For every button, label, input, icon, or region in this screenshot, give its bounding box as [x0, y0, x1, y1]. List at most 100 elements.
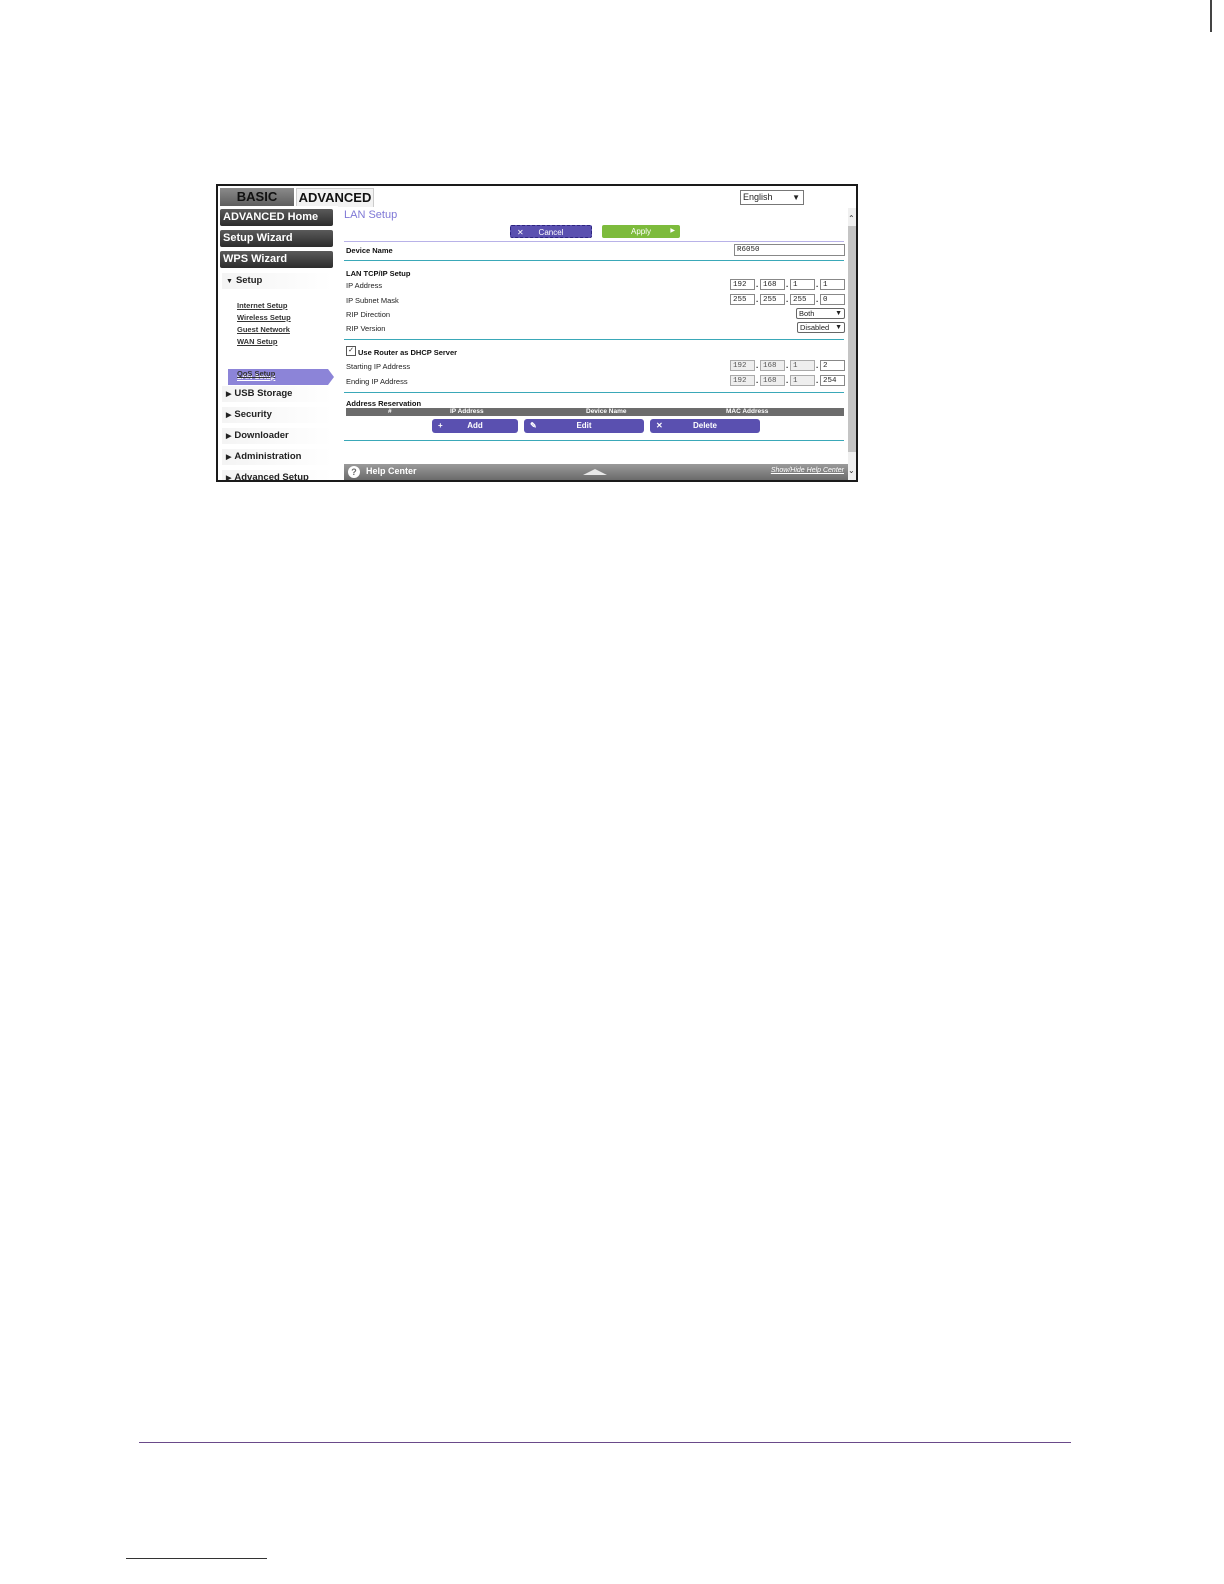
dhcp-label: Use Router as DHCP Server — [358, 348, 458, 357]
ip-separator: . — [816, 280, 819, 289]
sidebar-section-label: Setup — [235, 275, 263, 286]
sidebar-section-label: Advanced Setup — [234, 472, 309, 482]
sidebar-item-qos-setup[interactable]: QoS Setup — [237, 369, 275, 378]
starting-ip-octet-4[interactable]: 2 — [820, 360, 845, 371]
lan-setup-panel: LAN Setup ✕ Cancel Apply ▶ Device Name R… — [344, 208, 846, 462]
ip-address-octet-3[interactable]: 1 — [790, 279, 815, 290]
show-hide-help-link[interactable]: Show/Hide Help Center — [771, 467, 844, 474]
column-device-name: Device Name — [586, 408, 627, 415]
chevron-down-icon[interactable]: ⌄ — [848, 466, 855, 475]
subnet-octet-1[interactable]: 255 — [730, 294, 755, 305]
ending-ip-label: Ending IP Address — [346, 377, 408, 386]
triangle-right-icon: ▶ — [226, 412, 232, 419]
page-title: LAN Setup — [344, 209, 398, 221]
sidebar-wps-wizard[interactable]: WPS Wizard — [220, 251, 333, 268]
router-ui-screenshot: BASIC ADVANCED English ▼ ADVANCED Home S… — [216, 184, 858, 482]
triangle-right-icon: ▶ — [670, 228, 675, 234]
ending-ip-octet-1: 192 — [730, 375, 755, 386]
add-label: Add — [467, 421, 483, 430]
vertical-scrollbar[interactable]: ⌃ ⌄ — [848, 208, 856, 480]
sidebar-section-administration[interactable]: ▶ Administration — [222, 449, 332, 465]
sidebar-section-label: Security — [234, 409, 272, 420]
page-edge-rule — [1210, 0, 1212, 32]
chevron-up-icon[interactable]: ⌃ — [848, 214, 855, 223]
language-value: English — [743, 192, 773, 202]
sidebar-item-internet-setup[interactable]: Internet Setup — [237, 301, 287, 310]
help-center-title: Help Center — [366, 466, 417, 476]
triangle-right-icon: ▶ — [226, 475, 232, 482]
rip-version-label: RIP Version — [346, 324, 386, 333]
ip-address-octet-4[interactable]: 1 — [820, 279, 845, 290]
rip-direction-label: RIP Direction — [346, 310, 391, 319]
triangle-right-icon: ▶ — [226, 391, 232, 398]
triangle-right-icon: ▶ — [226, 454, 232, 461]
sidebar-advanced-home[interactable]: ADVANCED Home — [220, 209, 333, 226]
tab-bar: BASIC ADVANCED English ▼ — [218, 186, 856, 207]
divider — [344, 392, 844, 393]
divider — [344, 260, 844, 261]
language-select[interactable]: English ▼ — [740, 190, 804, 205]
subnet-mask-label: IP Subnet Mask — [346, 296, 399, 305]
ip-separator: . — [786, 295, 789, 304]
sidebar-section-advanced-setup[interactable]: ▶ Advanced Setup — [222, 470, 332, 482]
delete-label: Delete — [692, 421, 717, 430]
tab-advanced[interactable]: ADVANCED — [296, 188, 374, 207]
chevron-down-icon: ▼ — [792, 193, 800, 202]
column-number: # — [388, 408, 392, 415]
help-center-bar: ? Help Center Show/Hide Help Center — [344, 464, 848, 480]
sidebar-item-guest-network[interactable]: Guest Network — [237, 325, 290, 334]
starting-ip-octet-3: 1 — [790, 360, 815, 371]
tab-basic[interactable]: BASIC — [220, 188, 294, 206]
subnet-octet-3[interactable]: 255 — [790, 294, 815, 305]
reservation-heading: Address Reservation — [346, 399, 422, 408]
rip-direction-select[interactable]: Both ▼ — [796, 308, 845, 319]
subnet-octet-4[interactable]: 0 — [820, 294, 845, 305]
triangle-right-icon: ▶ — [226, 433, 232, 440]
sidebar-item-wan-setup[interactable]: WAN Setup — [237, 337, 277, 346]
dhcp-checkbox[interactable]: ✓ — [346, 346, 356, 356]
apply-button[interactable]: Apply ▶ — [602, 225, 680, 238]
question-icon: ? — [348, 466, 360, 478]
sidebar-section-setup[interactable]: ▼ Setup — [222, 273, 332, 289]
footer-divider — [139, 1442, 1071, 1443]
sidebar-item-wireless-setup[interactable]: Wireless Setup — [237, 313, 291, 322]
divider — [344, 339, 844, 340]
apply-label: Apply — [630, 227, 651, 236]
add-button[interactable]: + Add — [432, 419, 518, 433]
ip-address-octet-2[interactable]: 168 — [760, 279, 785, 290]
sidebar-section-usb-storage[interactable]: ▶ USB Storage — [222, 386, 332, 402]
divider — [344, 440, 844, 441]
edit-button[interactable]: ✎ Edit — [524, 419, 644, 433]
reservation-table-header: # IP Address Device Name MAC Address — [346, 408, 844, 416]
sidebar: ADVANCED Home Setup Wizard WPS Wizard ▼ S… — [218, 206, 338, 482]
chevron-down-icon: ▼ — [835, 324, 842, 331]
sidebar-section-downloader[interactable]: ▶ Downloader — [222, 428, 332, 444]
ip-address-label: IP Address — [346, 281, 383, 290]
rip-version-select[interactable]: Disabled ▼ — [797, 322, 845, 333]
delete-button[interactable]: ✕ Delete — [650, 419, 760, 433]
device-name-label: Device Name — [346, 246, 393, 255]
expand-up-icon[interactable] — [583, 469, 607, 475]
triangle-down-icon: ▼ — [226, 278, 233, 285]
ending-ip-octet-4[interactable]: 254 — [820, 375, 845, 386]
ip-separator: . — [816, 376, 819, 385]
pencil-icon: ✎ — [530, 421, 537, 430]
sidebar-section-label: USB Storage — [234, 388, 293, 399]
scrollbar-thumb[interactable] — [848, 226, 856, 452]
sidebar-section-label: Administration — [234, 451, 302, 462]
chevron-down-icon: ▼ — [835, 310, 842, 317]
cancel-button[interactable]: ✕ Cancel — [510, 225, 592, 238]
ip-separator: . — [756, 376, 759, 385]
sidebar-section-label: Downloader — [234, 430, 289, 441]
sidebar-setup-wizard[interactable]: Setup Wizard — [220, 230, 333, 247]
plus-icon: + — [438, 421, 443, 430]
close-icon: ✕ — [656, 421, 663, 430]
column-ip-address: IP Address — [450, 408, 484, 415]
ip-address-octet-1[interactable]: 192 — [730, 279, 755, 290]
device-name-input[interactable]: R6050 — [734, 244, 845, 256]
close-icon: ✕ — [517, 228, 524, 237]
ip-separator: . — [786, 361, 789, 370]
ip-separator: . — [756, 280, 759, 289]
subnet-octet-2[interactable]: 255 — [760, 294, 785, 305]
sidebar-section-security[interactable]: ▶ Security — [222, 407, 332, 423]
